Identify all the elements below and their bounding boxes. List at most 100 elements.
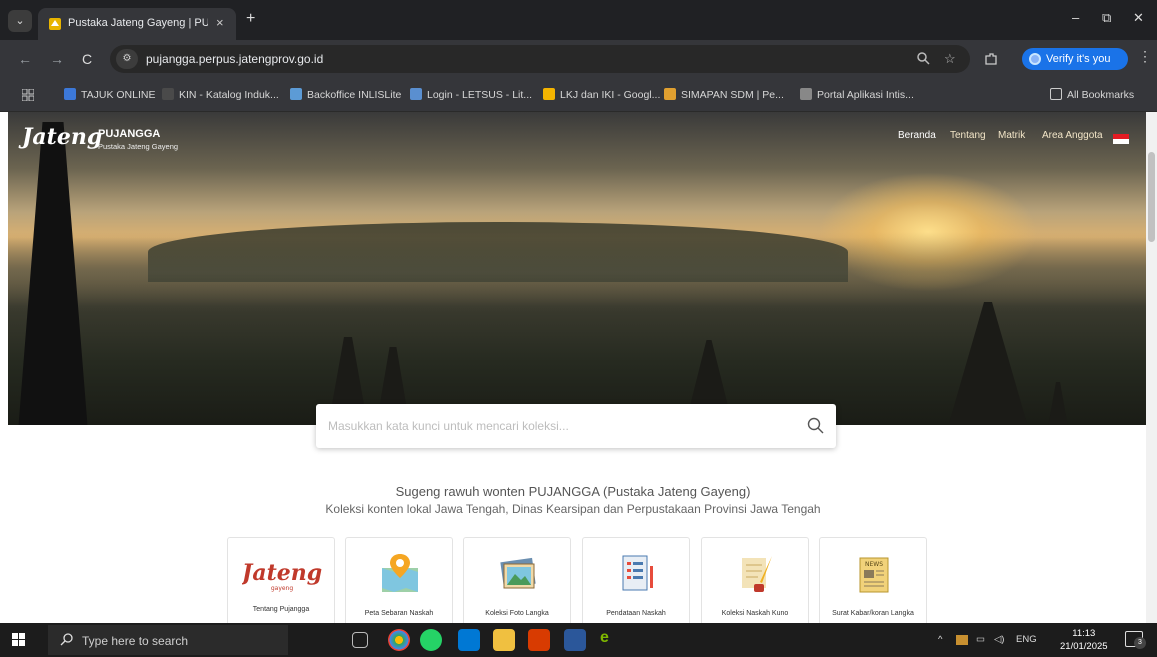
site-favicon-icon (49, 18, 61, 30)
card-label: Pendataan Naskah (606, 610, 666, 617)
app-tray-icon[interactable] (956, 635, 968, 645)
hero-banner: Jateng PUJANGGA Pustaka Jateng Gayeng Be… (8, 112, 1146, 425)
windows-start-icon[interactable] (12, 633, 26, 647)
card-koleksi-foto-langka[interactable]: Koleksi Foto Langka (463, 537, 571, 623)
bookmark-icon (800, 88, 812, 100)
welcome-subheading: Koleksi konten lokal Jawa Tengah, Dinas … (325, 502, 821, 516)
network-icon[interactable]: ▭ (976, 634, 985, 645)
document-list-icon (622, 555, 653, 591)
bookmark-kin[interactable]: KIN - Katalog Induk... (162, 88, 279, 101)
card-koleksi-naskah-kuno[interactable]: Koleksi Naskah Kuno (701, 537, 809, 623)
card-peta-sebaran-naskah[interactable]: Peta Sebaran Naskah (345, 537, 453, 623)
close-window-button[interactable]: ✕ (1133, 10, 1144, 26)
title-bar: ⌄ Pustaka Jateng Gayeng | PUJAN × + – ⧉ … (0, 0, 1157, 40)
card-tentang-pujangga[interactable]: Jateng gayeng Tentang Pujangga (227, 537, 335, 623)
back-button[interactable]: ← (18, 51, 32, 67)
nav-beranda[interactable]: Beranda (898, 130, 936, 141)
indonesia-flag-icon[interactable] (1113, 134, 1129, 144)
volume-icon[interactable]: ◁) (994, 634, 1004, 645)
svg-text:Jateng: Jateng (242, 560, 322, 586)
nav-area-anggota[interactable]: Area Anggota (1042, 130, 1103, 141)
browser-toolbar: ← → C ⚙ pujangga.perpus.jatengprov.go.id… (0, 40, 1157, 78)
extensions-icon[interactable] (984, 52, 998, 66)
file-explorer-icon[interactable] (493, 629, 515, 651)
all-bookmarks-button[interactable]: All Bookmarks (1050, 88, 1134, 101)
verify-profile-button[interactable]: Verify it's you (1022, 48, 1128, 70)
zoom-icon[interactable] (916, 51, 930, 65)
card-label: Koleksi Naskah Kuno (721, 610, 789, 617)
bookmark-letsus[interactable]: Login - LETSUS - Lit... (410, 88, 532, 101)
search-input[interactable] (328, 414, 798, 438)
page-scrollbar[interactable] (1146, 112, 1157, 623)
card-pendataan-naskah[interactable]: Pendataan Naskah (582, 537, 690, 623)
bookmark-portal[interactable]: Portal Aplikasi Intis... (800, 88, 914, 101)
nav-matrik[interactable]: Matrik (998, 130, 1025, 141)
mail-icon[interactable] (458, 629, 480, 651)
bookmark-lkj[interactable]: LKJ dan IKI - Googl... (543, 88, 660, 101)
folder-icon (1050, 88, 1062, 100)
restore-button[interactable]: ⧉ (1102, 10, 1111, 26)
search-icon (60, 633, 73, 646)
bookmark-simapan[interactable]: SIMAPAN SDM | Pe... (664, 88, 784, 101)
app-icon[interactable]: e (600, 629, 622, 651)
bookmark-icon (664, 88, 676, 100)
verify-label: Verify it's you (1046, 53, 1111, 65)
clock-time: 11:13 (1072, 628, 1096, 639)
svg-text:gayeng: gayeng (271, 585, 294, 592)
card-label: Tentang Pujangga (252, 606, 310, 613)
forward-button[interactable]: → (50, 51, 64, 67)
bookmarks-bar: TAJUK ONLINE KIN - Katalog Induk... Back… (0, 78, 1157, 112)
bookmark-icon (543, 88, 555, 100)
whatsapp-icon[interactable] (420, 629, 442, 651)
task-view-icon[interactable] (352, 632, 368, 648)
browser-window: ⌄ Pustaka Jateng Gayeng | PUJAN × + – ⧉ … (0, 0, 1157, 657)
tab-close-icon[interactable]: × (216, 15, 224, 30)
photo-icon (500, 557, 536, 589)
card-label: Koleksi Foto Langka (485, 610, 549, 617)
windows-taskbar: Type here to search e ^ ▭ ◁) ENG 11:13 2… (0, 623, 1157, 657)
tab-search-button[interactable]: ⌄ (8, 10, 32, 32)
tab-title: Pustaka Jateng Gayeng | PUJAN (68, 17, 208, 29)
nav-tentang[interactable]: Tentang (950, 130, 986, 141)
bookmark-star-icon[interactable]: ☆ (944, 51, 956, 67)
scrollbar-thumb[interactable] (1148, 152, 1155, 242)
profile-avatar-icon (1029, 53, 1041, 65)
url-text[interactable]: pujangga.perpus.jatengprov.go.id (146, 52, 323, 66)
bookmark-backoffice[interactable]: Backoffice INLISLite (290, 88, 401, 101)
bookmark-icon (162, 88, 174, 100)
quill-paper-icon (742, 556, 772, 592)
jateng-logo-text: Jateng (22, 124, 103, 150)
reload-button[interactable]: C (82, 51, 92, 67)
site-info-icon[interactable]: ⚙ (116, 49, 138, 69)
web-page: Jateng PUJANGGA Pustaka Jateng Gayeng Be… (0, 112, 1146, 623)
search-icon[interactable] (806, 416, 826, 436)
welcome-heading: Sugeng rawuh wonten PUJANGGA (Pustaka Ja… (395, 484, 751, 499)
logo-title: PUJANGGA (98, 128, 161, 140)
stupa-silhouette (1048, 382, 1068, 425)
apps-grid-icon[interactable] (22, 89, 34, 101)
chevron-up-icon[interactable]: ^ (938, 634, 942, 645)
browser-menu-icon[interactable]: ⋮ (1138, 48, 1152, 65)
stupa-silhouette (948, 302, 1028, 425)
active-tab[interactable]: Pustaka Jateng Gayeng | PUJAN × (38, 8, 236, 40)
address-bar[interactable]: ⚙ pujangga.perpus.jatengprov.go.id ☆ (110, 45, 970, 73)
card-label: Peta Sebaran Naskah (364, 610, 434, 617)
bookmark-tajuk-online[interactable]: TAJUK ONLINE (64, 88, 155, 101)
word-icon[interactable] (564, 629, 586, 651)
svg-text:NEWS: NEWS (865, 561, 883, 568)
pdf-reader-icon[interactable] (528, 629, 550, 651)
map-pin-icon (382, 554, 418, 592)
bookmark-icon (410, 88, 422, 100)
notification-badge: 3 (1134, 637, 1146, 649)
system-clock[interactable]: 11:13 21/01/2025 (1060, 627, 1108, 653)
chrome-icon[interactable] (388, 629, 410, 651)
minimize-button[interactable]: – (1072, 10, 1079, 25)
card-surat-kabar-langka[interactable]: NEWS Surat Kabar/koran Langka (819, 537, 927, 623)
new-tab-button[interactable]: + (246, 11, 255, 27)
mist-layer (8, 232, 1146, 312)
language-indicator[interactable]: ENG (1016, 634, 1037, 645)
taskbar-search[interactable]: Type here to search (48, 625, 288, 655)
clock-date: 21/01/2025 (1060, 641, 1108, 652)
collection-search (316, 404, 836, 448)
newspaper-icon: NEWS (859, 557, 889, 593)
